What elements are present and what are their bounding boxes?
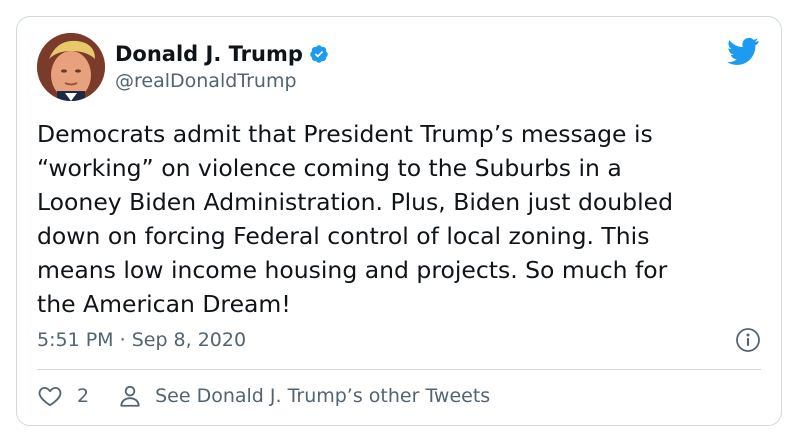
author-handle[interactable]: @realDonaldTrump [115,69,297,93]
see-other-tweets-label[interactable]: See Donald J. Trump’s other Tweets [155,383,490,409]
divider [37,369,761,370]
tweet-actions: 2 See Donald J. Trump’s other Tweets [37,383,490,409]
twitter-bird-icon[interactable] [727,37,759,65]
tweet-time[interactable]: 5:51 PM [37,329,114,351]
tweet-card[interactable]: Donald J. Trump @realDonaldTrump Democra… [16,16,782,426]
like-count[interactable]: 2 [77,383,89,409]
tweet-timestamp[interactable]: 5:51 PM · Sep 8, 2020 [37,327,246,353]
person-icon[interactable] [117,383,143,409]
like-button[interactable]: 2 [37,383,89,409]
timestamp-separator: · [119,329,126,351]
tweet-date[interactable]: Sep 8, 2020 [132,329,246,351]
profile-photo [37,33,105,101]
avatar[interactable] [37,33,105,101]
heart-icon[interactable] [37,383,63,409]
author-display-name[interactable]: Donald J. Trump [115,41,303,67]
author-name[interactable]: Donald J. Trump [115,41,329,67]
tweet-text: Democrats admit that President Trump’s m… [37,120,673,318]
see-other-tweets-link[interactable]: See Donald J. Trump’s other Tweets [117,383,490,409]
info-icon[interactable] [735,327,761,353]
verified-badge-icon [310,45,328,63]
